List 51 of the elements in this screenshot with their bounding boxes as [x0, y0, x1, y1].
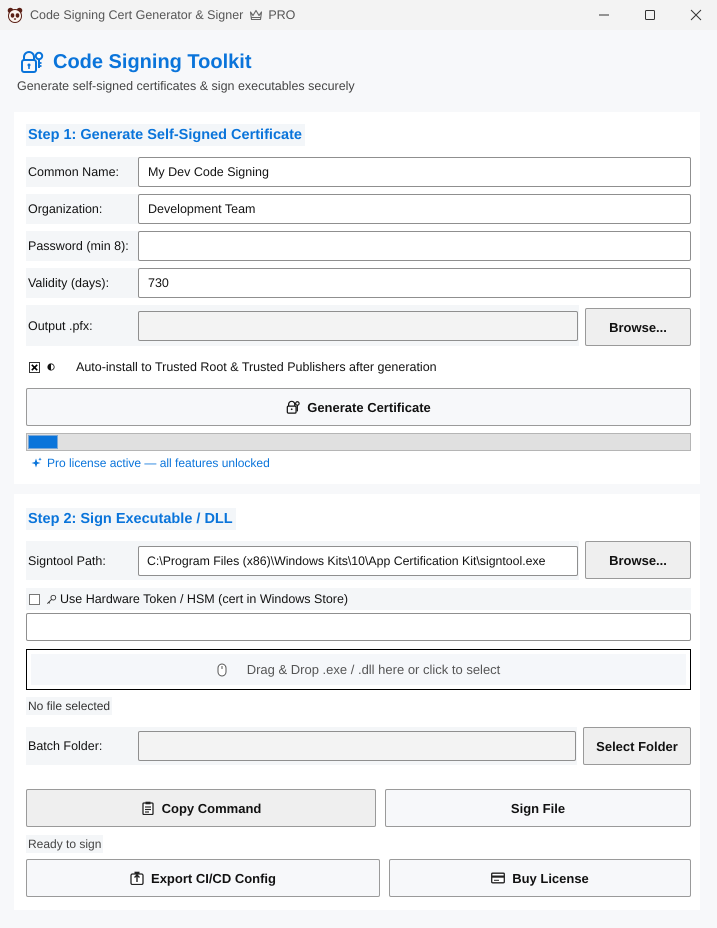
section-heading: Step 1: Generate Self-Signed Certificate [26, 124, 305, 146]
panda-icon [7, 7, 23, 23]
select-folder-button[interactable]: Select Folder [583, 727, 691, 765]
clipboard-icon [140, 801, 155, 815]
maximize-icon[interactable] [644, 9, 656, 21]
crown-icon [249, 9, 264, 21]
action-button[interactable]: Export CI/CD Config [26, 859, 380, 897]
checkbox-label: Auto-install to Trusted Root & Trusted Publishers after generation [76, 360, 437, 374]
checkbox[interactable] [29, 594, 40, 604]
key-icon [46, 594, 57, 604]
app-subtitle: Generate self-signed certificates & sign executables securely [17, 79, 355, 93]
sparkle-icon [30, 457, 42, 469]
checkbox-label: Use Hardware Token / HSM (cert in Windows Store) [60, 592, 348, 606]
drop-zone-text: Drag & Drop .exe / .dll here or click to select [246, 662, 500, 677]
field-label: Validity (days): [26, 268, 138, 298]
mouse-icon [216, 662, 227, 676]
field-label: Organization: [26, 194, 138, 224]
credit-card-icon [491, 871, 506, 885]
generate-certificate-button[interactable]: Generate Certificate [26, 388, 691, 426]
clipboard-upload-icon [130, 871, 144, 885]
window-title: Code Signing Cert Generator & Signer [30, 8, 244, 22]
text-field[interactable] [138, 231, 691, 261]
signtool-path-field[interactable]: C:\Program Files (x86)\Windows Kits\10\App Certification Kit\signtool.exe [138, 546, 578, 576]
file-status: No file selected [26, 697, 112, 715]
batch-folder-field[interactable] [138, 731, 576, 761]
edition-label: PRO [268, 8, 296, 22]
action-button[interactable]: Sign File [385, 789, 691, 827]
section-heading: Step 2: Sign Executable / DLL [26, 508, 236, 530]
text-field[interactable]: Development Team [138, 194, 691, 224]
app-title: Code Signing Toolkit [53, 50, 252, 74]
license-status: Pro license active — all features unlocked [47, 456, 270, 470]
close-icon[interactable] [690, 9, 702, 21]
half-circle-icon [47, 363, 55, 371]
text-field[interactable] [26, 613, 691, 641]
lock-key-icon [20, 50, 44, 74]
browse-button[interactable]: Browse... [585, 308, 691, 346]
action-button[interactable]: Copy Command [26, 789, 376, 827]
text-field[interactable]: My Dev Code Signing [138, 157, 691, 187]
drop-zone[interactable]: Drag & Drop .exe / .dll here or click to select [26, 649, 691, 690]
sign-status: Ready to sign [26, 835, 104, 853]
field-label: Signtool Path: [27, 552, 107, 570]
lock-key-icon [286, 400, 300, 414]
checkbox[interactable] [29, 362, 40, 372]
browse-button[interactable]: Browse... [585, 541, 691, 579]
field-label: Password (min 8): [26, 231, 138, 261]
field-label: Common Name: [26, 157, 138, 187]
field-label: Batch Folder: [27, 738, 104, 755]
output-path-field[interactable] [138, 310, 578, 340]
field-label: Output .pfx: [27, 318, 94, 335]
text-field[interactable]: 730 [138, 268, 691, 298]
action-button[interactable]: Buy License [389, 859, 691, 897]
